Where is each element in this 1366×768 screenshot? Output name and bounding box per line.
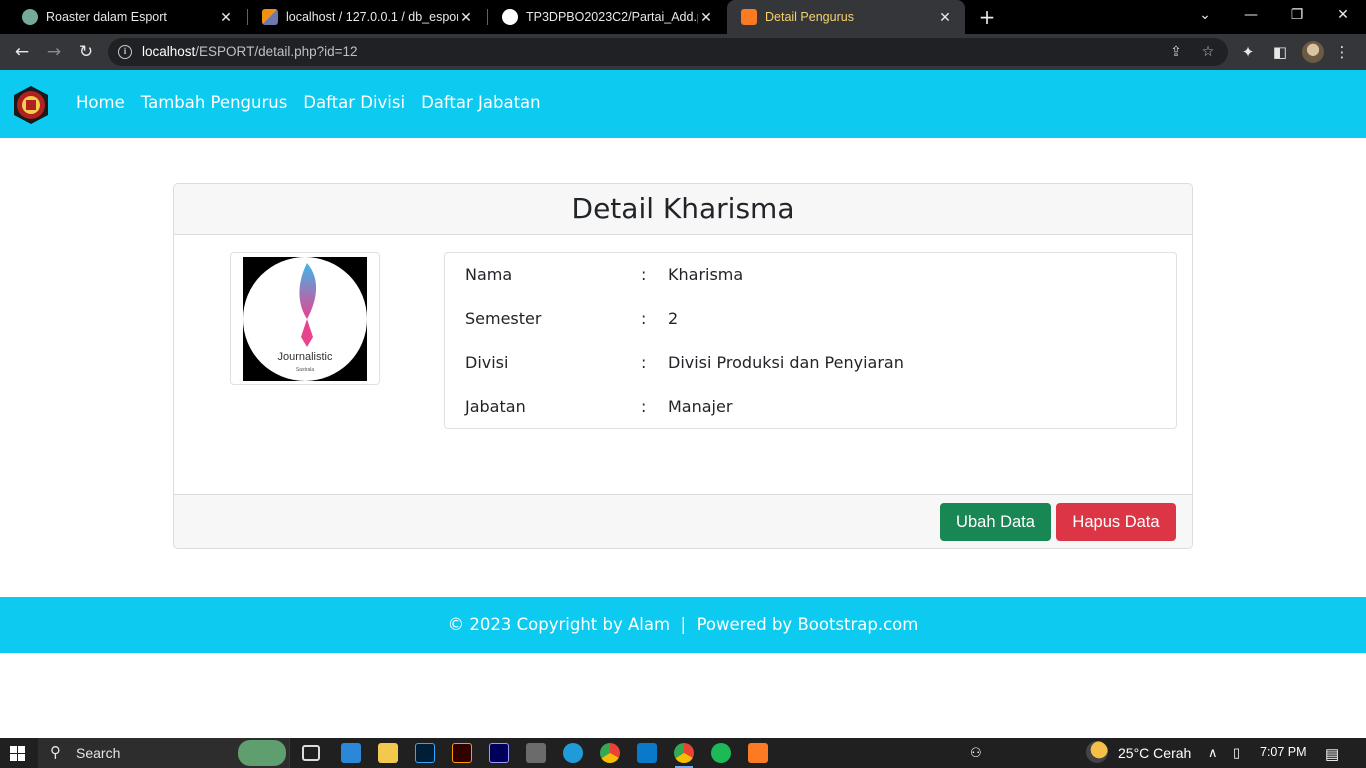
profile-avatar[interactable] [1302, 41, 1324, 63]
github-icon [502, 9, 518, 25]
browser-tab-strip: Roaster dalam Esport ✕ localhost / 127.0… [0, 0, 1366, 34]
profile-image-frame: Journalistic Sastrala [230, 252, 380, 385]
journalistic-logo: Journalistic Sastrala [243, 257, 367, 381]
close-icon[interactable]: ✕ [698, 9, 714, 26]
chevron-up-icon[interactable]: ∧ [1208, 745, 1218, 761]
turtle-widget-icon[interactable] [238, 740, 286, 766]
notification-icon[interactable]: ▤ [1325, 745, 1339, 763]
chrome-active-icon[interactable] [674, 743, 694, 763]
field-value: Kharisma [668, 265, 744, 284]
tab-phpmyadmin[interactable]: localhost / 127.0.0.1 / db_esport ✕ [248, 0, 486, 34]
card-footer: Ubah Data Hapus Data [174, 494, 1192, 548]
address-bar[interactable]: i localhost/ESPORT/detail.php?id=12 ⇪ ☆ [108, 38, 1228, 66]
clock-time[interactable]: 7:07 PM [1260, 745, 1307, 759]
new-tab-button[interactable]: + [976, 5, 998, 29]
premiere-icon[interactable] [489, 743, 509, 763]
close-icon[interactable]: ✕ [937, 9, 953, 26]
tab-title: Roaster dalam Esport [46, 10, 167, 24]
nav-daftar-jabatan[interactable]: Daftar Jabatan [421, 93, 541, 112]
extensions-icon[interactable]: ✦ [1236, 40, 1260, 64]
footer-text: © 2023 Copyright by Alam | Powered by Bo… [447, 615, 919, 634]
minimize-button[interactable]: — [1228, 0, 1274, 30]
card-title: Detail Kharisma [174, 184, 1192, 235]
field-value: Divisi Produksi dan Penyiaran [668, 353, 904, 372]
site-navbar: Home Tambah Pengurus Daftar Divisi Dafta… [0, 70, 1366, 138]
windows-taskbar: ⚲ Search ⚇ 25°C Cerah ∧ ▯ 7:07 PM ▤ [0, 738, 1366, 768]
calculator-icon[interactable] [526, 743, 546, 763]
field-label: Semester [465, 309, 542, 328]
side-panel-icon[interactable]: ◧ [1268, 40, 1292, 64]
windows-start-icon[interactable] [10, 746, 25, 761]
delete-button[interactable]: Hapus Data [1056, 503, 1176, 541]
close-window-button[interactable]: ✕ [1320, 0, 1366, 30]
mail-icon[interactable] [341, 743, 361, 763]
tab-search-chevron-icon[interactable]: ⌄ [1182, 0, 1228, 30]
detail-card: Detail Kharisma Journalistic Sastrala Na… [173, 183, 1193, 549]
tab-roaster[interactable]: Roaster dalam Esport ✕ [8, 0, 246, 34]
browser-toolbar: ← → ↻ i localhost/ESPORT/detail.php?id=1… [0, 34, 1366, 70]
field-colon: : [641, 397, 647, 416]
close-icon[interactable]: ✕ [458, 9, 474, 26]
spotify-icon[interactable] [711, 743, 731, 763]
edit-button[interactable]: Ubah Data [940, 503, 1051, 541]
nav-home[interactable]: Home [76, 93, 125, 112]
chrome-icon[interactable] [600, 743, 620, 763]
info-icon[interactable]: i [118, 45, 132, 59]
site-footer: © 2023 Copyright by Alam | Powered by Bo… [0, 597, 1366, 653]
nav-daftar-divisi[interactable]: Daftar Divisi [303, 93, 405, 112]
reload-button[interactable]: ↻ [74, 40, 98, 64]
svg-text:Journalistic: Journalistic [277, 351, 333, 363]
tab-detail-pengurus[interactable]: Detail Pengurus ✕ [727, 0, 965, 34]
people-icon[interactable]: ⚇ [970, 745, 982, 761]
share-icon[interactable]: ⇪ [1166, 42, 1186, 62]
task-view-icon[interactable] [302, 745, 320, 761]
xampp-icon [741, 9, 757, 25]
svg-text:Sastrala: Sastrala [296, 367, 315, 373]
chatgpt-icon [22, 9, 38, 25]
illustrator-icon[interactable] [452, 743, 472, 763]
weather-moon-icon[interactable] [1086, 741, 1108, 763]
url-text: localhost/ESPORT/detail.php?id=12 [142, 44, 358, 59]
tab-github[interactable]: TP3DPBO2023C2/Partai_Add.png ✕ [488, 0, 726, 34]
menu-dots-icon[interactable]: ⋮ [1330, 40, 1354, 64]
taskbar-search[interactable]: ⚲ Search [38, 738, 290, 768]
search-label: Search [76, 745, 121, 761]
forward-button[interactable]: → [42, 40, 66, 64]
field-colon: : [641, 353, 647, 372]
field-label: Nama [465, 265, 513, 284]
profile-image: Journalistic Sastrala [243, 257, 367, 381]
weather-text[interactable]: 25°C Cerah [1118, 745, 1191, 761]
field-value: 2 [668, 309, 679, 328]
field-label: Jabatan [465, 397, 526, 416]
detail-fields: Nama : Kharisma Semester : 2 Divisi : Di… [444, 252, 1177, 429]
xampp-taskbar-icon[interactable] [748, 743, 768, 763]
field-value: Manajer [668, 397, 733, 416]
edge-icon[interactable] [563, 743, 583, 763]
back-button[interactable]: ← [10, 40, 34, 64]
photoshop-icon[interactable] [415, 743, 435, 763]
field-colon: : [641, 309, 647, 328]
nav-tambah-pengurus[interactable]: Tambah Pengurus [141, 93, 288, 112]
file-explorer-icon[interactable] [378, 743, 398, 763]
bookmark-star-icon[interactable]: ☆ [1198, 42, 1218, 62]
phpmyadmin-icon [262, 9, 278, 25]
field-label: Divisi [465, 353, 509, 372]
site-logo[interactable] [11, 85, 51, 125]
tab-title: TP3DPBO2023C2/Partai_Add.png [526, 10, 698, 24]
tab-title: localhost / 127.0.0.1 / db_esport [286, 10, 458, 24]
vscode-icon[interactable] [637, 743, 657, 763]
field-colon: : [641, 265, 647, 284]
battery-icon[interactable]: ▯ [1233, 745, 1240, 761]
restore-button[interactable]: ❐ [1274, 0, 1320, 30]
search-icon: ⚲ [50, 743, 61, 761]
nav-links: Home Tambah Pengurus Daftar Divisi Dafta… [76, 93, 541, 112]
tab-title: Detail Pengurus [765, 10, 854, 24]
close-icon[interactable]: ✕ [218, 9, 234, 26]
